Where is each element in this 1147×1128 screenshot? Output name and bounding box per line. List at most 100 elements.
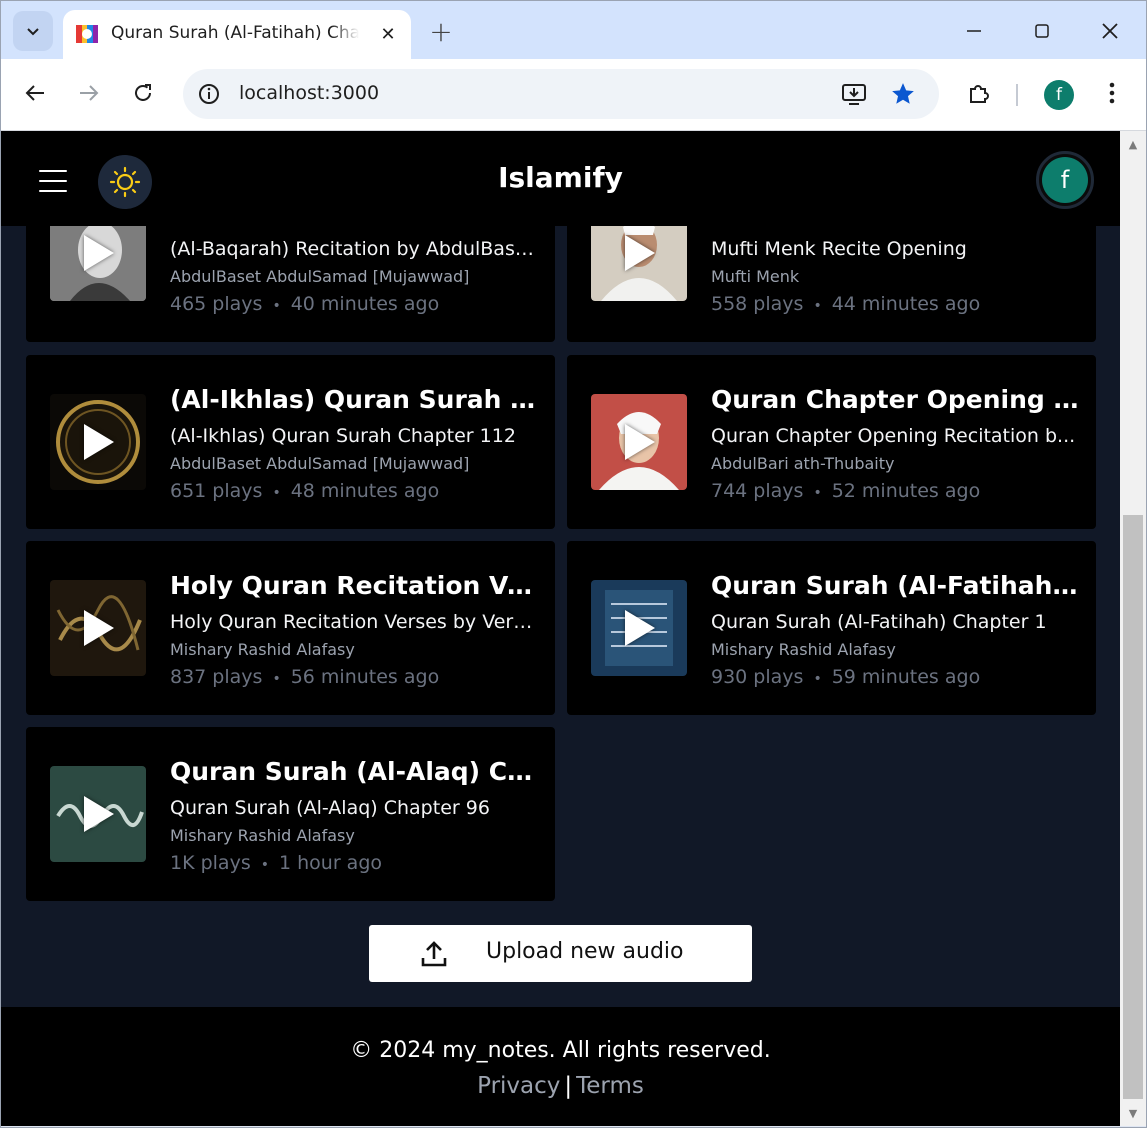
scroll-down-arrow-icon[interactable]: ▼ — [1120, 1102, 1146, 1124]
play-icon[interactable] — [84, 796, 114, 832]
extensions-button[interactable] — [959, 73, 999, 113]
play-icon[interactable] — [84, 424, 114, 460]
play-icon[interactable] — [84, 235, 114, 271]
app-header: Islamify f — [1, 131, 1120, 226]
audio-subtitle: Mufti Menk Recite Opening — [711, 238, 967, 260]
footer-links: Privacy | Terms — [1, 1073, 1120, 1099]
play-icon[interactable] — [84, 610, 114, 646]
upload-time: 48 minutes ago — [290, 480, 440, 502]
audio-subtitle: (Al-Ikhlas) Quran Surah Chapter 112 — [170, 425, 516, 447]
play-icon[interactable] — [625, 610, 655, 646]
play-count: 465 plays — [170, 293, 263, 315]
play-count: 558 plays — [711, 293, 804, 315]
back-button[interactable] — [15, 73, 55, 113]
browser-profile-avatar[interactable]: f — [1044, 80, 1074, 110]
toolbar-divider — [1016, 84, 1018, 106]
address-bar[interactable]: localhost:3000 — [183, 69, 939, 119]
audio-title[interactable]: Holy Quran Recitation Vers... — [170, 571, 538, 600]
upload-icon — [421, 941, 447, 967]
audio-card[interactable]: Holy Quran Recitation Vers... Holy Quran… — [26, 541, 555, 715]
play-count: 744 plays — [711, 480, 804, 502]
audio-subtitle: (Al-Baqarah) Recitation by AbdulBaset Ab… — [170, 238, 538, 260]
minimize-icon — [967, 30, 981, 32]
scrollbar-thumb[interactable] — [1123, 515, 1143, 1099]
audio-artist: Mishary Rashid Alafasy — [170, 640, 355, 659]
browser-toolbar: localhost:3000 f — [1, 59, 1146, 131]
new-tab-plus-icon[interactable]: + — [427, 15, 455, 48]
audio-meta: 744 plays • 52 minutes ago — [711, 480, 981, 502]
audio-title[interactable]: Quran Surah (Al-Alaq) Cha... — [170, 757, 538, 786]
arrow-right-icon — [80, 85, 99, 101]
arrow-left-icon — [25, 85, 44, 101]
audio-thumbnail[interactable] — [50, 580, 146, 676]
play-icon[interactable] — [625, 235, 655, 271]
page-viewport: (Al-Baqarah) Recitation by AbdulBaset Ab… — [1, 131, 1120, 1126]
audio-meta: 465 plays • 40 minutes ago — [170, 293, 440, 315]
more-vertical-icon — [1109, 82, 1115, 104]
terms-link[interactable]: Terms — [576, 1073, 644, 1099]
audio-card[interactable]: Quran Chapter Opening Re... Quran Chapte… — [567, 355, 1096, 529]
audio-title[interactable]: Quran Chapter Opening Re... — [711, 385, 1079, 414]
audio-artist: Mishary Rashid Alafasy — [170, 826, 355, 845]
audio-title[interactable]: (Al-Ikhlas) Quran Surah Ch... — [170, 385, 538, 414]
audio-artist: AbdulBaset AbdulSamad [Mujawwad] — [170, 454, 470, 473]
user-avatar[interactable]: f — [1036, 151, 1094, 209]
scroll-up-arrow-icon[interactable]: ▲ — [1120, 133, 1146, 155]
audio-subtitle: Quran Surah (Al-Alaq) Chapter 96 — [170, 797, 490, 819]
page-scrollbar[interactable]: ▲ ▼ — [1120, 131, 1146, 1126]
audio-subtitle: Quran Surah (Al-Fatihah) Chapter 1 — [711, 611, 1047, 633]
audio-thumbnail[interactable] — [50, 394, 146, 490]
audio-artist: Mufti Menk — [711, 267, 800, 286]
upload-time: 59 minutes ago — [831, 666, 981, 688]
audio-thumbnail[interactable] — [591, 394, 687, 490]
audio-meta: 837 plays • 56 minutes ago — [170, 666, 440, 688]
play-count: 930 plays — [711, 666, 804, 688]
url-text[interactable]: localhost:3000 — [239, 82, 379, 104]
audio-artist: AbdulBari ath-Thubaity — [711, 454, 895, 473]
upload-time: 44 minutes ago — [831, 293, 981, 315]
tab-strip: Quran Surah (Al-Fatihah) Chapter 1 ✕ + — [1, 1, 1146, 60]
forward-button[interactable] — [69, 73, 109, 113]
page-footer: © 2024 my_notes. All rights reserved. Pr… — [1, 1007, 1120, 1126]
active-tab[interactable]: Quran Surah (Al-Fatihah) Chapter 1 ✕ — [63, 10, 411, 60]
audio-thumbnail[interactable] — [591, 580, 687, 676]
play-count: 651 plays — [170, 480, 263, 502]
puzzle-icon — [970, 85, 989, 103]
tab-search-button[interactable] — [13, 11, 53, 51]
reload-button[interactable] — [123, 73, 163, 113]
play-icon[interactable] — [625, 424, 655, 460]
maximize-button[interactable] — [1022, 13, 1062, 49]
info-icon[interactable] — [197, 82, 221, 106]
avatar-initial: f — [1042, 157, 1088, 203]
audio-meta: 930 plays • 59 minutes ago — [711, 666, 981, 688]
install-app-icon[interactable] — [841, 81, 867, 107]
audio-thumbnail[interactable] — [50, 766, 146, 862]
play-count: 1K plays — [170, 852, 251, 874]
audio-artist: Mishary Rashid Alafasy — [711, 640, 896, 659]
privacy-link[interactable]: Privacy — [477, 1073, 560, 1099]
minimize-button[interactable] — [954, 13, 994, 49]
upload-time: 1 hour ago — [278, 852, 382, 874]
brand-title[interactable]: Islamify — [1, 161, 1120, 194]
bookmark-star-icon[interactable] — [890, 81, 916, 107]
audio-card[interactable]: Quran Surah (Al-Fatihah) C... Quran Sura… — [567, 541, 1096, 715]
tab-title: Quran Surah (Al-Fatihah) Chapter 1 — [111, 23, 359, 43]
audio-subtitle: Quran Chapter Opening Recitation b... — [711, 425, 1076, 447]
upload-time: 40 minutes ago — [290, 293, 440, 315]
reload-icon — [135, 84, 151, 101]
audio-card[interactable]: Quran Surah (Al-Alaq) Cha... Quran Surah… — [26, 727, 555, 901]
copyright-text: © 2024 my_notes. All rights reserved. — [350, 1038, 771, 1063]
audio-title[interactable]: Quran Surah (Al-Fatihah) C... — [711, 571, 1079, 600]
audio-subtitle: Holy Quran Recitation Verses by Verses — [170, 611, 538, 633]
upload-time: 52 minutes ago — [831, 480, 981, 502]
play-count: 837 plays — [170, 666, 263, 688]
audio-card[interactable]: (Al-Ikhlas) Quran Surah Ch... (Al-Ikhlas… — [26, 355, 555, 529]
tab-close-icon[interactable]: ✕ — [377, 23, 399, 45]
close-icon — [1102, 23, 1118, 39]
audio-meta: 1K plays • 1 hour ago — [170, 852, 382, 874]
upload-audio-button[interactable]: Upload new audio — [369, 925, 752, 982]
link-separator: | — [564, 1073, 573, 1099]
close-window-button[interactable] — [1090, 13, 1130, 49]
audio-meta: 558 plays • 44 minutes ago — [711, 293, 981, 315]
browser-menu-button[interactable] — [1092, 73, 1132, 113]
